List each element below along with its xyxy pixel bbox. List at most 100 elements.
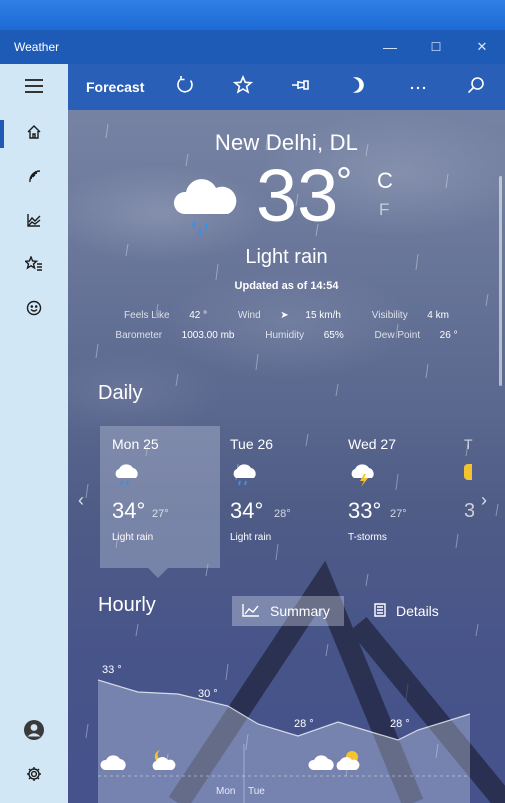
summary-label: Summary (270, 603, 330, 619)
window-title: Weather (14, 40, 60, 54)
day-high: 34° (112, 498, 146, 523)
current-temperature: 33 (256, 154, 339, 237)
day-name: Tue 26 (230, 436, 274, 452)
avatar-icon (23, 719, 45, 746)
thunderstorm-icon (348, 462, 378, 488)
visibility-label: Visibility (371, 310, 408, 321)
day-high: 33° (348, 498, 382, 523)
pin-icon (290, 77, 312, 98)
daily-card[interactable]: Tue 26 34° 28° Light rain (218, 426, 338, 568)
details-row-1: Feels Like 42 ° Wind ➤ 15 km/h Visibilit… (68, 310, 505, 321)
cloudy-icon (100, 752, 128, 777)
page-title: Forecast (86, 79, 145, 95)
day-name: Wed 27 (348, 436, 396, 452)
title-bar: Weather — ☐ ✕ (0, 30, 505, 64)
gear-icon (26, 766, 42, 787)
refresh-button[interactable] (156, 64, 214, 110)
day-high: 34° (230, 498, 264, 523)
sidebar-item-news[interactable] (0, 288, 68, 332)
star-icon (232, 74, 253, 100)
day-low: 27° (152, 508, 169, 520)
details-row-2: Barometer 1003.00 mb Humidity 65% Dew Po… (68, 330, 505, 341)
chart-icon (26, 212, 42, 233)
sidebar-item-forecast[interactable] (0, 112, 68, 156)
partly-cloudy-sun-icon (334, 748, 364, 777)
wind-label: Wind (237, 310, 261, 321)
hourly-temp-label: 28 ° (294, 718, 314, 730)
selected-card-pointer (148, 568, 168, 578)
condition-text: Light rain (245, 246, 328, 268)
main-content: Forecast New Delhi, DL 33 ° C F Light ra… (68, 64, 505, 803)
barometer-value: 1003.00 mb (181, 330, 235, 341)
more-icon (410, 78, 426, 96)
day-name-partial: T (464, 436, 473, 452)
hourly-temperature-graph (98, 679, 470, 803)
updated-time: Updated as of 14:54 (234, 280, 339, 292)
hourly-heading: Hourly (98, 594, 156, 616)
sidebar-item-places[interactable] (0, 244, 68, 288)
line-chart-icon (242, 603, 270, 620)
smiley-icon (26, 300, 42, 321)
rain-cloud-icon (172, 170, 238, 238)
sidebar-item-historical[interactable] (0, 200, 68, 244)
moon-icon (351, 76, 367, 99)
summary-tab[interactable]: Summary (232, 596, 344, 626)
humidity-value: 65% (323, 330, 344, 341)
daily-card[interactable]: Wed 27 33° 27° T-storms (336, 426, 456, 568)
visibility-value: 4 km (427, 310, 449, 321)
degree-symbol: ° (336, 160, 352, 204)
hourly-chart: 33 ° 30 ° 28 ° 28 ° Mon Tue (98, 644, 470, 803)
partly-cloudy-moon-icon (148, 748, 178, 777)
daily-prev-arrow[interactable]: ‹ (78, 490, 84, 511)
feels-like-value: 42 ° (189, 310, 208, 321)
dew-point-value: 26 ° (439, 330, 458, 341)
hamburger-menu-button[interactable] (0, 66, 68, 110)
dew-point-label: Dew Point (374, 330, 421, 341)
day-condition: Light rain (230, 532, 272, 543)
rain-cloud-icon (112, 462, 142, 488)
day-high-partial: 3 (464, 500, 474, 522)
daily-card[interactable]: Mon 25 34° 27° Light rain (100, 426, 220, 568)
favorite-button[interactable] (214, 64, 272, 110)
hourly-temp-label: 33 ° (102, 664, 122, 676)
day-condition: Light rain (112, 532, 154, 543)
sidebar (0, 64, 68, 803)
settings-button[interactable] (0, 754, 68, 798)
minimize-button[interactable]: — (367, 30, 413, 64)
day-marker-label: Mon (216, 786, 236, 797)
cloudy-icon (308, 752, 336, 777)
fahrenheit-toggle[interactable]: F (379, 200, 389, 220)
radar-icon (26, 168, 42, 189)
hamburger-icon (24, 78, 44, 99)
maximize-button[interactable]: ☐ (413, 30, 459, 64)
celsius-toggle[interactable]: C (377, 168, 393, 194)
sidebar-item-maps[interactable] (0, 156, 68, 200)
daily-next-arrow[interactable]: › (481, 490, 487, 511)
rain-cloud-icon (230, 462, 260, 488)
home-icon (26, 124, 42, 145)
day-name: Mon 25 (112, 436, 159, 452)
more-options-button[interactable] (389, 64, 447, 110)
details-tab[interactable]: Details (364, 596, 456, 626)
feels-like-label: Feels Like (124, 310, 170, 321)
account-button[interactable] (0, 710, 68, 754)
document-icon (374, 602, 396, 620)
day-low: 27° (390, 508, 407, 520)
humidity-label: Humidity (265, 330, 305, 341)
details-label: Details (396, 603, 439, 619)
day-low: 28° (274, 508, 291, 520)
close-button[interactable]: ✕ (459, 30, 505, 64)
dark-mode-button[interactable] (330, 64, 388, 110)
hourly-temp-label: 28 ° (390, 718, 410, 730)
daily-heading: Daily (98, 382, 143, 404)
daily-card-partial[interactable]: T 3 (454, 426, 474, 568)
toolbar: Forecast (68, 64, 505, 110)
search-button[interactable] (447, 64, 505, 110)
wind-value: 15 km/h (305, 310, 341, 321)
pin-button[interactable] (272, 64, 330, 110)
search-icon (467, 76, 485, 99)
wind-direction-icon: ➤ (280, 310, 289, 321)
day-marker-label: Tue (248, 786, 265, 797)
desktop-background (0, 0, 505, 30)
city-name: New Delhi, DL (214, 130, 359, 155)
